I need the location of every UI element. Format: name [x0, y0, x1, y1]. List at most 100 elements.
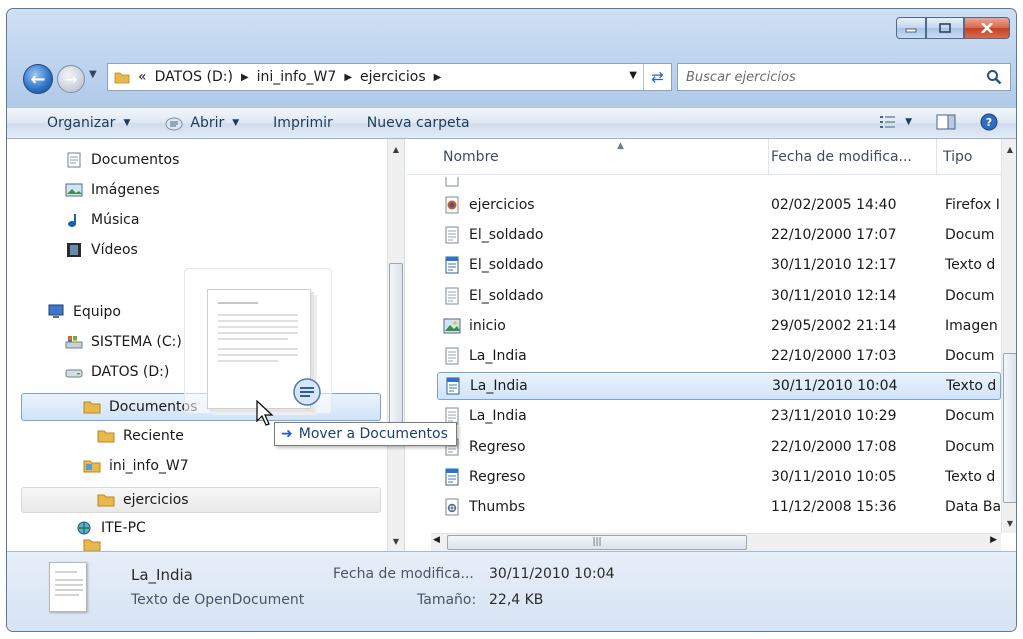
nav-label: ini_info_W7	[109, 458, 189, 474]
details-size-label: Tamaño:	[417, 592, 477, 608]
file-row[interactable]: inicio 29/05/2002 21:14 Imagen	[437, 312, 1001, 340]
back-button[interactable]: ←	[23, 64, 53, 94]
file-row[interactable]: El_soldado 30/11/2010 12:17 Texto d	[437, 251, 1001, 279]
scroll-left-icon[interactable]: ◀	[433, 535, 440, 545]
file-row[interactable]: La_India 30/11/2010 10:04 Texto d	[437, 372, 1001, 400]
nav-item-documentos[interactable]: Documentos	[65, 147, 179, 173]
breadcrumb-ini-info[interactable]: ini_info_W7	[257, 69, 337, 85]
column-name[interactable]: Nombre ▲	[437, 139, 769, 175]
nav-item-equipo[interactable]: Equipo	[47, 299, 121, 325]
details-date-label: Fecha de modifica...	[333, 566, 474, 582]
nav-scroll-thumb[interactable]	[389, 263, 403, 423]
image-file-icon	[443, 318, 461, 334]
details-pane: La_India Texto de OpenDocument Fecha de …	[7, 551, 1016, 631]
scroll-up-icon[interactable]: ▲	[1002, 141, 1016, 157]
nav-item-musica[interactable]: Música	[65, 207, 139, 233]
close-button[interactable]	[964, 17, 1010, 39]
file-name-cell: El_soldado	[443, 226, 543, 244]
file-type: Docum	[945, 288, 995, 304]
breadcrumb-separator-icon[interactable]: ▶	[241, 72, 249, 83]
breadcrumb-separator-icon[interactable]: ▶	[344, 72, 352, 83]
folder-icon	[97, 494, 115, 507]
move-arrow-icon: ➜	[281, 426, 293, 442]
explorer-window: ← → ▼ « DATOS (D:) ▶ ini_info_W7 ▶ ejerc…	[6, 8, 1017, 632]
scroll-down-icon[interactable]: ▼	[1002, 515, 1016, 531]
nav-label: SISTEMA (C:)	[91, 334, 182, 350]
nav-item-ite-pc[interactable]: ITE-PC	[75, 515, 146, 541]
file-row[interactable]: La_India 23/11/2010 10:29 Docum	[437, 402, 1001, 430]
nav-label: Música	[91, 212, 140, 228]
nav-item-sistema[interactable]: SISTEMA (C:)	[65, 329, 182, 355]
nav-label: Reciente	[123, 428, 184, 444]
scroll-right-icon[interactable]: ▶	[990, 535, 997, 545]
nav-label: ejercicios	[123, 492, 189, 508]
horizontal-scrollbar[interactable]: ◀ ||| ▶	[431, 533, 1001, 551]
refresh-icon: ⇄	[651, 68, 664, 86]
nav-item-datos[interactable]: DATOS (D:)	[65, 359, 169, 385]
file-name: Regreso	[469, 469, 526, 485]
preview-pane-button[interactable]	[936, 114, 956, 130]
minimize-button[interactable]	[896, 17, 926, 39]
nav-label: Documentos	[91, 152, 180, 168]
scroll-down-icon[interactable]: ▼	[388, 533, 404, 549]
nav-item-ini-info[interactable]: ini_info_W7	[83, 453, 189, 479]
breadcrumb-separator-icon[interactable]: ▶	[434, 72, 442, 83]
file-date: 30/11/2010 12:17	[771, 257, 897, 273]
nav-label: DATOS (D:)	[91, 364, 170, 380]
maximize-button[interactable]	[926, 17, 964, 39]
nav-item-ejercicios[interactable]: ejercicios	[97, 487, 189, 513]
file-row[interactable]: Regreso 30/11/2010 10:05 Texto d	[437, 463, 1001, 491]
file-row[interactable]: Thumbs 11/12/2008 15:36 Data Ba	[437, 493, 1001, 521]
nav-current-folder-highlight	[21, 487, 381, 513]
file-name-cell: La_India	[443, 347, 527, 365]
file-row[interactable]: Regreso 22/10/2000 17:08 Docum	[437, 433, 1001, 461]
drag-tooltip: ➜ Mover a Documentos	[274, 422, 457, 446]
breadcrumb-datos[interactable]: DATOS (D:)	[155, 69, 233, 85]
organize-button[interactable]: Organizar ▼	[47, 115, 130, 131]
forward-arrow-icon: →	[64, 69, 78, 89]
file-type: Texto d	[946, 378, 997, 394]
address-bar[interactable]: « DATOS (D:) ▶ ini_info_W7 ▶ ejercicios …	[107, 63, 672, 91]
file-row[interactable]: La_India 22/10/2000 17:03 Docum	[437, 342, 1001, 370]
nav-item-imagenes[interactable]: Imágenes	[65, 177, 160, 203]
view-options-button[interactable]: ▼	[879, 115, 912, 129]
scroll-up-icon[interactable]: ▲	[388, 141, 404, 157]
help-button[interactable]: ?	[980, 113, 998, 131]
address-history-dropdown[interactable]: ▼	[629, 70, 637, 81]
search-icon[interactable]	[986, 69, 1002, 85]
open-button[interactable]: Abrir ▼	[164, 115, 239, 131]
file-row[interactable]: El_soldado 22/10/2000 17:07 Docum	[437, 221, 1001, 249]
print-button[interactable]: Imprimir	[273, 115, 333, 131]
print-label: Imprimir	[273, 115, 333, 131]
file-list-scrollbar[interactable]: ▲ ▼	[1001, 139, 1016, 533]
refresh-button[interactable]: ⇄	[643, 64, 671, 90]
forward-button[interactable]: →	[57, 65, 85, 93]
file-type: Docum	[945, 408, 995, 424]
system-drive-icon	[65, 336, 83, 349]
nav-label: ITE-PC	[101, 520, 146, 536]
nav-scrollbar[interactable]: ▲ ▼	[387, 139, 404, 551]
folder-icon	[97, 430, 115, 443]
nav-item-videos[interactable]: Vídeos	[65, 237, 138, 263]
file-date: 30/11/2010 10:05	[771, 469, 897, 485]
file-row[interactable]: ejercicios 02/02/2005 14:40 Firefox I	[437, 191, 1001, 219]
toolbar-right-group: ▼ ?	[855, 113, 998, 131]
nav-item-documentos-datos[interactable]: Documentos	[83, 394, 197, 420]
file-name-cell: El_soldado	[443, 287, 543, 305]
sort-ascending-icon: ▲	[617, 141, 624, 151]
nav-item-reciente[interactable]: Reciente	[97, 423, 184, 449]
column-headers: Nombre ▲ Fecha de modifica... Tipo	[407, 139, 1001, 175]
column-type[interactable]: Tipo	[937, 139, 1001, 175]
column-date[interactable]: Fecha de modifica...	[765, 139, 937, 175]
breadcrumb-overflow[interactable]: «	[138, 69, 147, 85]
file-row[interactable]: El_soldado 30/11/2010 12:14 Docum	[437, 282, 1001, 310]
horizontal-scroll-thumb[interactable]: |||	[447, 535, 747, 550]
nav-label: Equipo	[73, 304, 121, 320]
recent-pages-dropdown[interactable]: ▼	[89, 69, 97, 80]
breadcrumb-ejercicios[interactable]: ejercicios	[360, 69, 426, 85]
file-scroll-thumb[interactable]	[1003, 353, 1016, 503]
document-icon	[445, 226, 459, 244]
file-type: Docum	[945, 227, 995, 243]
search-input[interactable]: Buscar ejercicios	[677, 63, 1011, 91]
new-folder-button[interactable]: Nueva carpeta	[367, 115, 470, 131]
